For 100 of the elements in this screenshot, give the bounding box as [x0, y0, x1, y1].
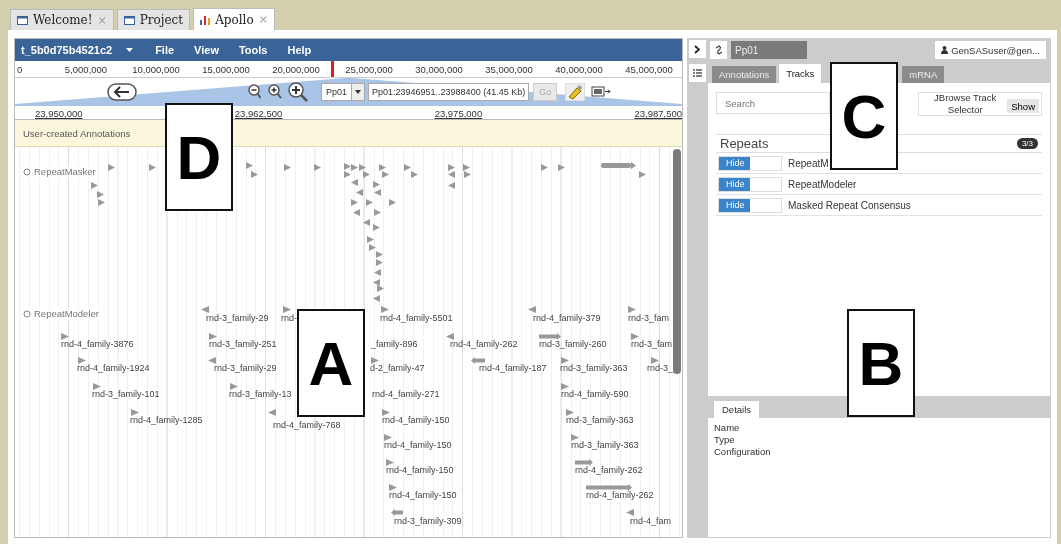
circle-icon	[23, 167, 31, 176]
track-label: RepeatModeler	[21, 307, 101, 320]
ruler-label: 20,000,000	[271, 63, 321, 75]
show-button[interactable]: Show	[1007, 99, 1039, 113]
user-menu[interactable]: GenSASuser@gen...	[935, 41, 1046, 59]
hide-toggle[interactable]: Hide	[718, 155, 782, 171]
zoom-out-icon[interactable]	[247, 84, 261, 100]
feature-label[interactable]: rnd-4_family-379	[533, 313, 601, 324]
feature-label[interactable]: rnd-4_family-187	[479, 363, 547, 374]
feature-label[interactable]: rnd-3_family-260	[539, 339, 607, 350]
feature-label[interactable]: _family-896	[371, 339, 418, 350]
feature-label[interactable]: rnd-4_fam	[630, 516, 672, 527]
window-tab[interactable]: Apollo ×	[193, 8, 275, 30]
callout-label: D	[165, 103, 233, 211]
collapse-button[interactable]	[688, 40, 706, 58]
ruler-label: 23,987,500	[634, 108, 682, 119]
ruler-label: 15,000,000	[201, 63, 251, 75]
feature-label[interactable]: rnd-4_family-1285	[130, 415, 203, 426]
zoom-in-icon[interactable]	[267, 84, 283, 100]
count-badge: 3/3	[1016, 138, 1038, 149]
feature-label[interactable]: rnd-3_family-363	[560, 363, 628, 374]
window-icon	[17, 15, 28, 25]
feature-label[interactable]: rnd-3_family-363	[571, 440, 639, 451]
feature-label[interactable]: rnd-3_	[647, 363, 673, 374]
callout-label: C	[830, 62, 898, 170]
feature-label[interactable]: rnd-3_fam	[628, 313, 670, 324]
ruler-label: 45,000,000	[624, 63, 674, 75]
hide-toggle[interactable]: Hide	[718, 176, 782, 192]
feature-label[interactable]: rnd-4_family-150	[384, 440, 452, 451]
window-tab[interactable]: Project	[116, 9, 191, 30]
panel-tab[interactable]: Tracks	[779, 64, 822, 83]
feature-label[interactable]: rnd-4_family-150	[382, 415, 450, 426]
details-tab[interactable]: Details	[714, 401, 760, 418]
ruler-label: 10,000,000	[131, 63, 181, 75]
menu-item[interactable]: View	[184, 44, 229, 56]
ruler-label: 35,000,000	[484, 63, 534, 75]
feature-label[interactable]: rnd-3_family-251	[209, 339, 277, 350]
user-icon	[941, 46, 949, 54]
feature-label[interactable]: d-2_family-47	[370, 363, 425, 374]
ruler-label: 25,000,000	[344, 63, 394, 75]
window-tab[interactable]: Welcome! ×	[10, 9, 114, 30]
ruler-label: 5,000,000	[63, 63, 109, 75]
callout-label: B	[847, 309, 915, 417]
feature-label[interactable]: rnd-4_family-5501	[380, 313, 453, 324]
feature-label[interactable]: rnd-4_family-150	[389, 490, 457, 501]
ruler-label: 30,000,000	[414, 63, 464, 75]
location-field[interactable]: Pp01:23946951..23988400 (41.45 Kb)	[368, 83, 530, 101]
organism-menu[interactable]: t_5b0d75b4521c2	[19, 44, 146, 56]
sequence-select[interactable]: Pp01	[321, 83, 366, 101]
detail-field-label: Configuration	[714, 446, 771, 458]
link-button[interactable]	[710, 41, 727, 59]
track-label: RepeatMasker	[21, 165, 98, 178]
feature-label[interactable]: rnd-4_family-262	[450, 339, 518, 350]
callout-label: A	[297, 309, 365, 417]
location-marker	[331, 61, 334, 77]
highlighter-icon[interactable]	[565, 83, 586, 101]
ruler-label: 23,962,500	[234, 108, 283, 119]
list-button[interactable]	[688, 64, 706, 82]
scrollbar[interactable]	[673, 149, 681, 374]
sequence-field[interactable]: Pp01	[731, 41, 807, 59]
export-icon[interactable]	[591, 85, 612, 99]
circle-icon	[23, 309, 31, 318]
detail-field-label: Type	[714, 434, 735, 446]
feature-label[interactable]: rnd-	[281, 313, 297, 324]
track-name[interactable]: RepeatM	[788, 157, 829, 169]
track-name[interactable]: RepeatModeler	[788, 178, 857, 190]
feature-label[interactable]: rnd-4_family-262	[586, 490, 654, 501]
caret-icon	[126, 48, 134, 52]
feature-label[interactable]: rnd-3_family-13	[229, 389, 292, 400]
feature-label[interactable]: rnd-4_family-262	[575, 465, 643, 476]
detail-field-label: Name	[714, 422, 740, 434]
category-name: Repeats	[720, 136, 769, 151]
menu-item[interactable]: Tools	[228, 44, 278, 56]
feature-label[interactable]: rnd-4_family-1924	[77, 363, 150, 374]
track-label: User-created Annotations	[23, 127, 131, 139]
search-field[interactable]: Search	[716, 92, 830, 114]
zoom-in-icon[interactable]	[287, 82, 309, 102]
feature-label[interactable]: rnd-4_family-590	[561, 389, 629, 400]
list-icon	[692, 69, 702, 77]
feature-label[interactable]: rnd-3_family-29	[206, 313, 269, 324]
chevron-icon	[694, 44, 700, 54]
feature-label[interactable]: rnd-3_family-101	[92, 389, 160, 400]
feature-label[interactable]: rnd-4_family-3876	[61, 339, 134, 350]
window-icon	[123, 15, 135, 25]
feature-label[interactable]: rnd-4_family-150	[386, 465, 454, 476]
feature-label[interactable]: rnd-3_family-363	[566, 415, 634, 426]
menu-item[interactable]: File	[145, 44, 185, 56]
ruler-label: 0	[16, 63, 24, 75]
hide-toggle[interactable]: Hide	[718, 197, 782, 213]
ruler-label: 40,000,000	[554, 63, 604, 75]
feature-label[interactable]: rnd-3_family-29	[214, 363, 277, 374]
bar-chart-icon	[200, 14, 211, 25]
track-name[interactable]: Masked Repeat Consensus	[788, 199, 911, 211]
feature-label[interactable]: rnd-3_family-309	[394, 516, 462, 527]
feature-label[interactable]: rnd-4_family-271	[372, 389, 440, 400]
caret-icon	[355, 90, 362, 94]
ruler-label: 23,950,000	[35, 108, 83, 119]
feature-label[interactable]: rnd-4_family-768	[273, 420, 341, 431]
feature-label[interactable]: rnd-3_fam	[631, 339, 673, 350]
menu-item[interactable]: Help	[277, 44, 322, 56]
